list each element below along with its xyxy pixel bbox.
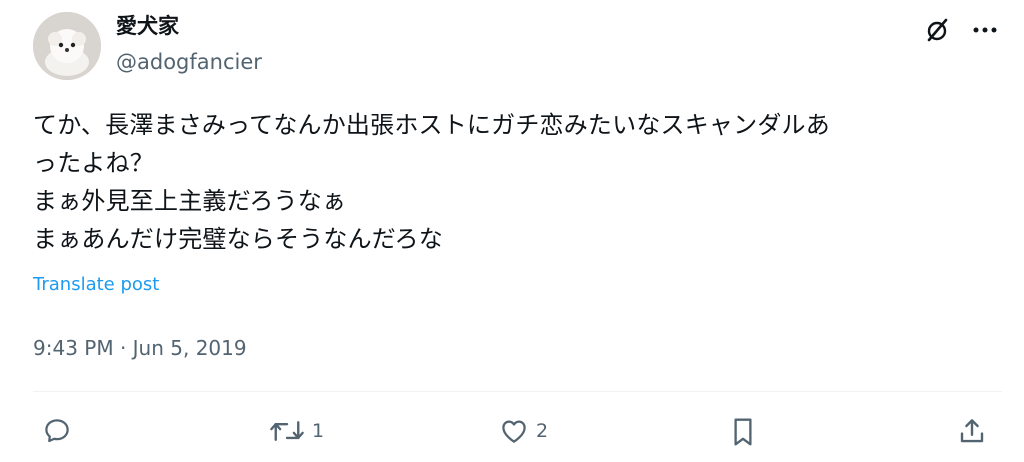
tweet-timestamp[interactable]: 9:43 PM · Jun 5, 2019 <box>33 336 247 360</box>
reply-icon <box>45 419 69 443</box>
avatar[interactable] <box>33 12 101 80</box>
author-handle[interactable]: @adogfancier <box>116 48 262 76</box>
more-icon[interactable] <box>968 14 1002 46</box>
grok-slash-icon[interactable] <box>920 14 954 46</box>
author-display-name[interactable]: 愛犬家 <box>116 12 179 40</box>
like-icon <box>502 420 526 443</box>
retweet-button[interactable]: 1 <box>268 416 324 446</box>
like-button[interactable]: 2 <box>498 416 548 446</box>
like-count: 2 <box>536 420 549 442</box>
share-icon <box>960 419 984 443</box>
divider <box>33 391 1002 392</box>
top-actions <box>920 14 1002 46</box>
retweet-count: 1 <box>312 420 325 442</box>
tweet-text: てか、長澤まさみってなんか出張ホストにガチ恋みたいなスキャンダルあ ったよね？ … <box>33 111 830 253</box>
retweet-icon <box>270 421 304 441</box>
bookmark-icon <box>734 418 752 446</box>
reply-button[interactable] <box>42 416 78 446</box>
puppy-avatar-image <box>33 12 101 80</box>
bookmark-button[interactable] <box>728 416 758 448</box>
share-button[interactable] <box>957 416 987 446</box>
translate-post-link[interactable]: Translate post <box>33 274 159 295</box>
